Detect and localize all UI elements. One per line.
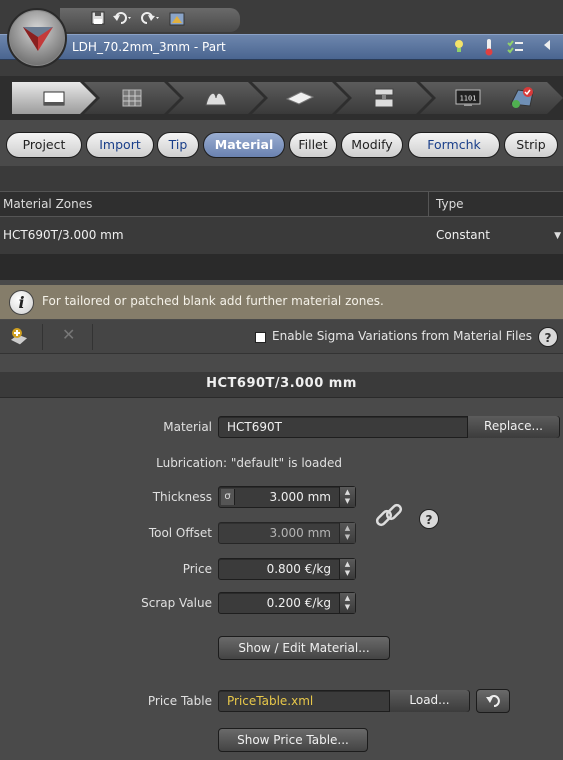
link-icon[interactable] [372, 500, 406, 537]
step-draw[interactable] [168, 82, 264, 114]
spin-arrows-icon[interactable]: ▲ ▼ [339, 523, 355, 543]
tool-offset-value: 3.000 mm [269, 526, 331, 540]
thickness-label: Thickness [152, 490, 212, 504]
tab-modify[interactable]: Modify [341, 132, 403, 158]
customize-icon[interactable] [168, 10, 186, 30]
price-table-label: Price Table [147, 694, 212, 708]
redo-icon[interactable] [140, 10, 162, 30]
sigma-variations-label[interactable]: Enable Sigma Variations from Material Fi… [272, 329, 532, 343]
press-icon [371, 87, 397, 109]
help-icon[interactable]: ? [538, 327, 558, 347]
sigma-toggle[interactable]: σ [221, 489, 235, 505]
column-header-zones[interactable]: Material Zones [3, 197, 92, 211]
lubrication-status: Lubrication: "default" is loaded [156, 456, 342, 470]
info-icon: i [9, 290, 34, 315]
document-title-bar: LDH_70.2mm_3mm - Part [0, 34, 563, 60]
tab-material[interactable]: Material [203, 132, 285, 158]
tool-offset-stepper[interactable]: 3.000 mm ▲ ▼ [218, 522, 356, 544]
tab-project[interactable]: Project [6, 132, 82, 158]
lightbulb-icon[interactable] [450, 38, 468, 58]
collapse-icon[interactable] [538, 38, 556, 58]
step-sheet[interactable] [12, 82, 96, 114]
section-header: HCT690T/3.000 mm [0, 372, 563, 398]
document-title: LDH_70.2mm_3mm - Part [72, 40, 226, 54]
show-price-table-button[interactable]: Show Price Table... [218, 728, 368, 752]
reset-price-table-button[interactable] [476, 689, 510, 713]
undo-icon[interactable] [112, 10, 134, 30]
price-stepper[interactable]: 0.800 €/kg ▲ ▼ [218, 558, 356, 580]
chevron-down-icon[interactable]: ▼ [554, 231, 561, 241]
load-button[interactable]: Load... [389, 690, 469, 712]
tool-offset-label: Tool Offset [148, 526, 212, 540]
material-label: Material [163, 420, 212, 434]
material-zones-table: Material Zones Type HCT690T/3.000 mm Con… [0, 166, 563, 280]
tab-import[interactable]: Import [86, 132, 154, 158]
zone-name-cell[interactable]: HCT690T/3.000 mm [3, 228, 124, 242]
spin-arrows-icon[interactable]: ▲ ▼ [339, 487, 355, 507]
scrap-value: 0.200 €/kg [266, 596, 331, 610]
tab-bar: Project Import Tip Material Fillet Modif… [0, 122, 563, 166]
step-press[interactable] [336, 82, 432, 114]
undo-icon [486, 695, 500, 707]
column-header-type[interactable]: Type [436, 197, 464, 211]
tab-fillet[interactable]: Fillet [289, 132, 337, 158]
svg-text:1101: 1101 [460, 95, 477, 103]
sigma-variations-checkbox[interactable] [255, 332, 266, 343]
zone-type-select[interactable]: Constant [436, 228, 490, 242]
result-icon [508, 86, 536, 110]
thickness-value: 3.000 mm [269, 490, 331, 504]
section-title: HCT690T/3.000 mm [206, 376, 357, 391]
material-value: HCT690T [227, 420, 282, 434]
price-table-value: PriceTable.xml [227, 694, 314, 708]
process-steps-bar: 1101 [0, 76, 563, 120]
step-mesh[interactable] [84, 82, 180, 114]
replace-button[interactable]: Replace... [467, 416, 559, 438]
zone-toolbar: ✕ Enable Sigma Variations from Material … [0, 320, 563, 354]
quick-access-toolbar [60, 8, 240, 32]
scrap-value-stepper[interactable]: 0.200 €/kg ▲ ▼ [218, 592, 356, 614]
delete-zone-icon[interactable]: ✕ [62, 325, 75, 344]
spin-arrows-icon[interactable]: ▲ ▼ [339, 593, 355, 613]
tab-tip[interactable]: Tip [157, 132, 199, 158]
thickness-stepper[interactable]: σ 3.000 mm ▲ ▼ [218, 486, 356, 508]
step-blank[interactable] [252, 82, 348, 114]
table-header: Material Zones Type [0, 191, 563, 217]
price-value: 0.800 €/kg [266, 562, 331, 576]
app-logo-icon [23, 27, 53, 51]
help-icon[interactable]: ? [419, 509, 439, 529]
table-row[interactable]: HCT690T/3.000 mm Constant ▼ [0, 223, 563, 249]
save-icon[interactable] [90, 10, 106, 30]
spin-arrows-icon[interactable]: ▲ ▼ [339, 559, 355, 579]
info-bar: i For tailored or patched blank add furt… [0, 285, 563, 319]
sheet-icon [41, 88, 67, 108]
scrap-value-label: Scrap Value [141, 596, 212, 610]
draw-icon [203, 88, 229, 108]
tab-strip[interactable]: Strip [504, 132, 558, 158]
application-menu-button[interactable] [7, 8, 67, 68]
show-edit-material-button[interactable]: Show / Edit Material... [218, 636, 390, 660]
counter-icon: 1101 [454, 88, 482, 108]
material-field[interactable]: HCT690T Replace... [218, 416, 560, 438]
add-zone-icon[interactable] [8, 326, 32, 348]
price-label: Price [182, 562, 212, 576]
grid-icon [121, 88, 143, 108]
tab-formchk[interactable]: Formchk [408, 132, 500, 158]
title-area: LDH_70.2mm_3mm - Part [0, 0, 563, 76]
blank-icon [285, 89, 315, 107]
price-table-field[interactable]: PriceTable.xml Load... [218, 690, 470, 712]
info-message: For tailored or patched blank add furthe… [42, 294, 384, 308]
table-empty-area [0, 254, 563, 280]
checklist-icon[interactable] [506, 38, 524, 58]
thermometer-icon[interactable] [480, 38, 498, 58]
